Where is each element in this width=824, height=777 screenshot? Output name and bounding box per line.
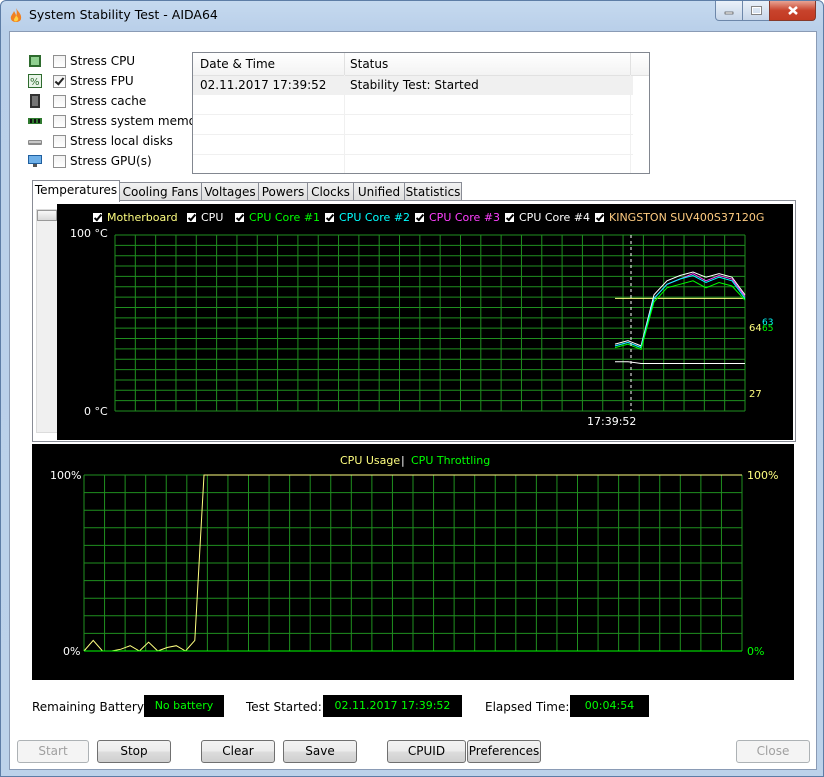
test-started-label: Test Started: bbox=[246, 700, 322, 714]
save-button[interactable]: Save bbox=[283, 740, 357, 763]
usage-y-top-left: 100% bbox=[50, 469, 81, 482]
stress-cpu-label: Stress CPU bbox=[70, 54, 136, 68]
stress-fpu-checkbox[interactable] bbox=[53, 74, 66, 88]
maximize-button[interactable] bbox=[742, 1, 770, 21]
window-title: System Stability Test - AIDA64 bbox=[29, 7, 218, 22]
stress-cache-checkbox[interactable] bbox=[53, 94, 66, 108]
stress-disks-checkbox[interactable] bbox=[53, 134, 66, 148]
fpu-percent-icon: % bbox=[28, 74, 42, 88]
cpu-chip-icon bbox=[29, 55, 41, 67]
column-header-datetime[interactable]: Date & Time bbox=[200, 57, 275, 71]
temp-series-cpu-core-4 bbox=[614, 271, 746, 347]
log-row[interactable]: 02.11.2017 17:39:52 Stability Test: Star… bbox=[193, 76, 633, 95]
stress-gpu-checkbox[interactable] bbox=[53, 154, 66, 168]
column-separator bbox=[630, 53, 631, 75]
clear-button[interactable]: Clear bbox=[201, 740, 275, 763]
column-separator bbox=[344, 53, 345, 75]
temp-series-motherboard bbox=[615, 361, 745, 364]
close-button[interactable]: Close bbox=[736, 740, 810, 763]
usage-y-bottom-right: 0% bbox=[747, 645, 764, 658]
temp-y-top-label: 100 °C bbox=[70, 227, 108, 240]
stress-fpu-label: Stress FPU bbox=[70, 74, 134, 88]
column-header-status[interactable]: Status bbox=[350, 57, 388, 71]
stress-disks-label: Stress local disks bbox=[70, 134, 173, 148]
usage-y-bottom-left: 0% bbox=[63, 645, 80, 658]
throttle-title: CPU Throttling bbox=[411, 454, 490, 467]
usage-plot: CPU Usage | CPU Throttling 100% 0% 100% … bbox=[50, 454, 778, 658]
monitor-gpu-icon bbox=[28, 155, 42, 167]
battery-label: Remaining Battery: bbox=[32, 700, 148, 714]
start-button[interactable]: Start bbox=[17, 740, 89, 763]
preferences-button[interactable]: Preferences bbox=[467, 740, 541, 763]
close-icon bbox=[787, 6, 798, 15]
temp-value-disk: 27 bbox=[749, 389, 762, 400]
app-window: System Stability Test - AIDA64 Stress CP… bbox=[0, 0, 824, 777]
scrollbar-thumb[interactable] bbox=[37, 210, 57, 221]
temp-series-cpu-core-1 bbox=[614, 280, 746, 351]
temp-time-label: 17:39:52 bbox=[587, 415, 636, 428]
minimize-button[interactable] bbox=[715, 1, 743, 21]
log-header: Date & Time Status bbox=[193, 53, 649, 76]
temperature-plot: 100 °C 0 °C 17:39:52 64 27 63 65 bbox=[70, 227, 773, 428]
test-started-value: 02.11.2017 17:39:52 bbox=[323, 695, 462, 717]
stress-gpu-option[interactable]: Stress GPU(s) bbox=[28, 152, 152, 170]
main-panel: Stress CPU % Stress FPU Stress cache Str… bbox=[9, 31, 817, 770]
stress-cpu-checkbox[interactable] bbox=[53, 54, 66, 68]
battery-value: No battery bbox=[144, 695, 224, 717]
tab-clocks[interactable]: Clocks bbox=[307, 182, 354, 201]
title-separator: | bbox=[401, 454, 405, 467]
event-log-list[interactable]: Date & Time Status 02.11.2017 17:39:52 S… bbox=[192, 52, 650, 174]
tab-unified[interactable]: Unified bbox=[353, 182, 405, 201]
grid-line bbox=[193, 134, 633, 135]
disk-drive-icon bbox=[28, 140, 42, 145]
stop-button[interactable]: Stop bbox=[97, 740, 171, 763]
title-bar[interactable]: System Stability Test - AIDA64 bbox=[1, 1, 823, 31]
log-status: Stability Test: Started bbox=[350, 78, 479, 92]
memory-module-icon bbox=[28, 118, 42, 124]
stress-cache-option[interactable]: Stress cache bbox=[28, 92, 146, 110]
tab-statistics[interactable]: Statistics bbox=[404, 182, 462, 201]
stress-disks-option[interactable]: Stress local disks bbox=[28, 132, 173, 150]
stress-cpu-option[interactable]: Stress CPU bbox=[28, 52, 135, 70]
temperature-chart: Motherboard CPU CPU Core #1 CPU Core #2 … bbox=[57, 204, 793, 440]
legend-scrollbar[interactable] bbox=[36, 209, 58, 433]
grid-line bbox=[193, 154, 633, 155]
svg-text:%: % bbox=[30, 77, 40, 88]
tab-cooling-fans[interactable]: Cooling Fans bbox=[119, 182, 202, 201]
elapsed-time-label: Elapsed Time: bbox=[485, 700, 570, 714]
grid-line bbox=[193, 114, 633, 115]
log-datetime: 02.11.2017 17:39:52 bbox=[200, 78, 327, 92]
tab-voltages[interactable]: Voltages bbox=[201, 182, 259, 201]
close-window-button[interactable] bbox=[769, 1, 816, 21]
cpu-usage-chart: CPU Usage | CPU Throttling 100% 0% 100% … bbox=[32, 444, 794, 680]
aida64-flame-icon bbox=[10, 8, 22, 22]
stress-gpu-label: Stress GPU(s) bbox=[70, 154, 152, 168]
temp-y-bottom-label: 0 °C bbox=[84, 405, 108, 418]
tab-temperatures[interactable]: Temperatures bbox=[32, 180, 120, 202]
usage-title: CPU Usage bbox=[340, 454, 400, 467]
maximize-icon bbox=[750, 6, 762, 15]
cache-chip-icon bbox=[30, 94, 40, 108]
stress-cache-label: Stress cache bbox=[70, 94, 147, 108]
temp-value-mb: 64 bbox=[749, 323, 762, 334]
stress-memory-option[interactable]: Stress system memory bbox=[28, 112, 208, 130]
cpuid-button[interactable]: CPUID bbox=[387, 740, 466, 763]
stress-memory-checkbox[interactable] bbox=[53, 114, 66, 128]
temp-value-c1: 65 bbox=[762, 324, 773, 334]
usage-y-top-right: 100% bbox=[747, 469, 778, 482]
elapsed-time-value: 00:04:54 bbox=[570, 695, 649, 717]
tab-powers[interactable]: Powers bbox=[258, 182, 308, 201]
stress-fpu-option[interactable]: % Stress FPU bbox=[28, 72, 134, 90]
minimize-icon bbox=[724, 11, 734, 14]
stress-memory-label: Stress system memory bbox=[70, 114, 209, 128]
